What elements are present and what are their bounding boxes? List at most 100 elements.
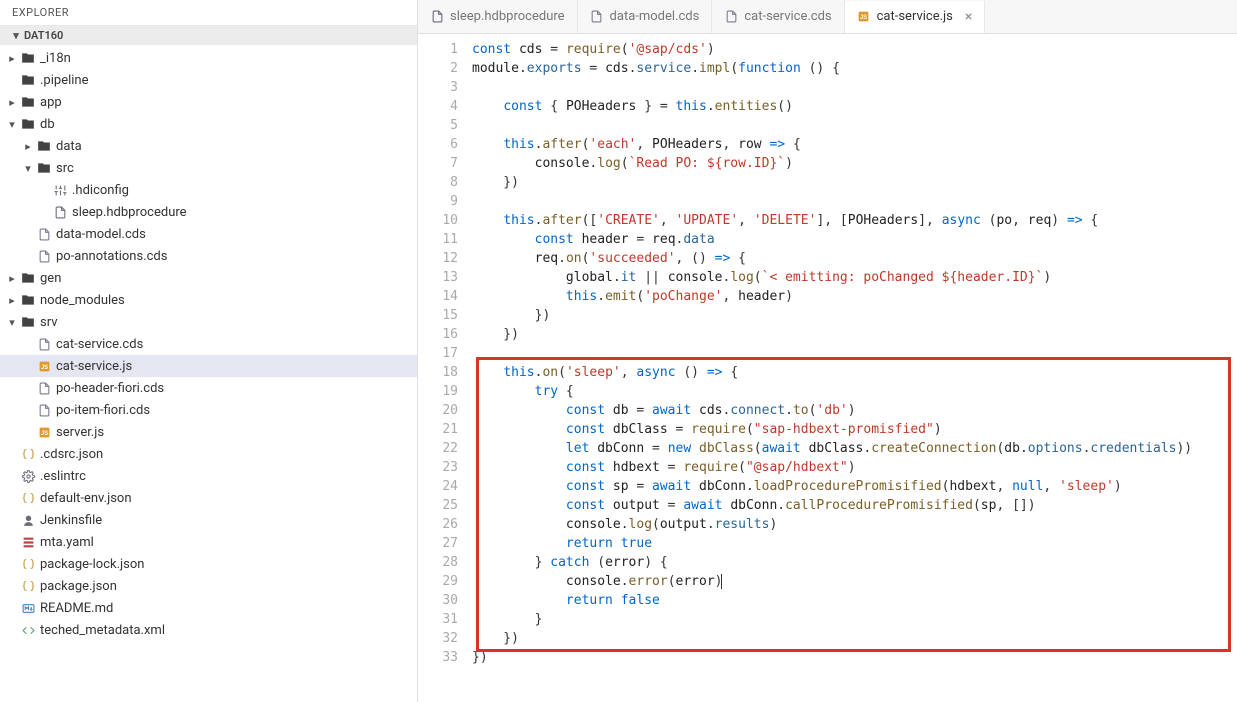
code-line[interactable]: })	[472, 648, 1229, 667]
tree-node[interactable]: Jenkinsfile	[0, 509, 417, 531]
tree-node-label: README.md	[40, 601, 113, 616]
code-line[interactable]	[472, 192, 1229, 211]
code-editor[interactable]: 1234567891011121314151617181920212223242…	[418, 34, 1237, 702]
code-line[interactable]: const sp = await dbConn.loadProcedurePro…	[472, 477, 1229, 496]
code-line[interactable]: const header = req.data	[472, 230, 1229, 249]
code-line[interactable]: console.error(error)	[472, 572, 1229, 591]
tree-node[interactable]: .cdsrc.json	[0, 443, 417, 465]
code-line[interactable]: }	[472, 610, 1229, 629]
tree-node[interactable]: ▸app	[0, 91, 417, 113]
line-number: 23	[418, 458, 458, 477]
tree-node[interactable]: ▾db	[0, 113, 417, 135]
tree-node[interactable]: .pipeline	[0, 69, 417, 91]
tree-node[interactable]: default-env.json	[0, 487, 417, 509]
code-line[interactable]: this.on('sleep', async () => {	[472, 363, 1229, 382]
code-line[interactable]	[472, 344, 1229, 363]
tree-node-label: .cdsrc.json	[40, 447, 103, 462]
tree-node[interactable]: po-annotations.cds	[0, 245, 417, 267]
editor-tab[interactable]: data-model.cds	[578, 0, 713, 33]
code-line[interactable]	[472, 116, 1229, 135]
workspace-section-header[interactable]: ▾ DAT160	[0, 26, 417, 45]
tree-node[interactable]: data-model.cds	[0, 223, 417, 245]
file-icon	[590, 10, 604, 23]
line-number: 27	[418, 534, 458, 553]
code-line[interactable]: try {	[472, 382, 1229, 401]
tree-node[interactable]: .eslintrc	[0, 465, 417, 487]
tree-node[interactable]: po-header-fiori.cds	[0, 377, 417, 399]
tree-node-label: data-model.cds	[56, 227, 146, 242]
code-line[interactable]: return true	[472, 534, 1229, 553]
editor-tab[interactable]: JScat-service.js×	[845, 1, 986, 34]
code-area[interactable]: const cds = require('@sap/cds')module.ex…	[472, 40, 1237, 702]
editor-tab[interactable]: cat-service.cds	[712, 0, 844, 33]
tree-node[interactable]: ▸gen	[0, 267, 417, 289]
code-line[interactable]: })	[472, 306, 1229, 325]
folder-icon	[20, 271, 36, 285]
chevron-down-icon: ▾	[4, 316, 20, 329]
tree-node-label: srv	[40, 315, 58, 330]
code-line[interactable]: })	[472, 325, 1229, 344]
code-line[interactable]: } catch (error) {	[472, 553, 1229, 572]
tree-node[interactable]: mta.yaml	[0, 531, 417, 553]
tree-node[interactable]: JSserver.js	[0, 421, 417, 443]
code-line[interactable]: const cds = require('@sap/cds')	[472, 40, 1229, 59]
tree-node[interactable]: po-item-fiori.cds	[0, 399, 417, 421]
js-icon: JS	[36, 426, 52, 439]
tree-node[interactable]: README.md	[0, 597, 417, 619]
line-number: 5	[418, 116, 458, 135]
code-line[interactable]: })	[472, 173, 1229, 192]
js-icon: JS	[36, 360, 52, 373]
tree-node[interactable]: JScat-service.js	[0, 355, 417, 377]
code-line[interactable]: const output = await dbConn.callProcedur…	[472, 496, 1229, 515]
folder-icon	[20, 51, 36, 65]
code-line[interactable]: this.emit('poChange', header)	[472, 287, 1229, 306]
explorer-sidebar: EXPLORER ▾ DAT160 ▸_i18n.pipeline▸app▾db…	[0, 0, 418, 702]
tree-node[interactable]: cat-service.cds	[0, 333, 417, 355]
tree-node-label: default-env.json	[40, 491, 132, 506]
file-icon	[36, 382, 52, 395]
line-number: 16	[418, 325, 458, 344]
tree-node-label: package-lock.json	[40, 557, 144, 572]
tree-node[interactable]: .hdiconfig	[0, 179, 417, 201]
code-line[interactable]: const dbClass = require("sap-hdbext-prom…	[472, 420, 1229, 439]
xml-icon	[20, 624, 36, 637]
code-line[interactable]: module.exports = cds.service.impl(functi…	[472, 59, 1229, 78]
tree-node[interactable]: package-lock.json	[0, 553, 417, 575]
code-line[interactable]: let dbConn = new dbClass(await dbClass.c…	[472, 439, 1229, 458]
file-icon	[724, 10, 738, 23]
workspace-name: DAT160	[24, 29, 63, 42]
code-line[interactable]: this.after(['CREATE', 'UPDATE', 'DELETE'…	[472, 211, 1229, 230]
code-line[interactable]: console.log(`Read PO: ${row.ID}`)	[472, 154, 1229, 173]
code-line[interactable]: })	[472, 629, 1229, 648]
code-line[interactable]: const db = await cds.connect.to('db')	[472, 401, 1229, 420]
close-icon[interactable]: ×	[965, 9, 972, 25]
json-icon	[20, 580, 36, 593]
editor-tab[interactable]: sleep.hdbprocedure	[418, 0, 578, 33]
chevron-right-icon: ▸	[4, 272, 20, 285]
file-icon	[36, 250, 52, 263]
code-line[interactable]: const { POHeaders } = this.entities()	[472, 97, 1229, 116]
code-line[interactable]: const hdbext = require("@sap/hdbext")	[472, 458, 1229, 477]
tree-node-label: po-item-fiori.cds	[56, 403, 150, 418]
tree-node-label: Jenkinsfile	[40, 513, 102, 528]
yaml-icon	[20, 536, 36, 549]
code-line[interactable]: global.it || console.log(`< emitting: po…	[472, 268, 1229, 287]
file-tree[interactable]: ▸_i18n.pipeline▸app▾db▸data▾src.hdiconfi…	[0, 45, 417, 702]
tree-node[interactable]: package.json	[0, 575, 417, 597]
chevron-right-icon: ▸	[4, 96, 20, 109]
editor-main: sleep.hdbproceduredata-model.cdscat-serv…	[418, 0, 1237, 702]
tree-node[interactable]: ▸_i18n	[0, 47, 417, 69]
tree-node[interactable]: sleep.hdbprocedure	[0, 201, 417, 223]
code-line[interactable]: this.after('each', POHeaders, row => {	[472, 135, 1229, 154]
tree-node[interactable]: ▸node_modules	[0, 289, 417, 311]
tree-node[interactable]: teched_metadata.xml	[0, 619, 417, 641]
code-line[interactable]: console.log(output.results)	[472, 515, 1229, 534]
code-line[interactable]: return false	[472, 591, 1229, 610]
tree-node[interactable]: ▾src	[0, 157, 417, 179]
line-number: 11	[418, 230, 458, 249]
explorer-title: EXPLORER	[0, 0, 417, 26]
tree-node[interactable]: ▸data	[0, 135, 417, 157]
code-line[interactable]: req.on('succeeded', () => {	[472, 249, 1229, 268]
tree-node[interactable]: ▾ srv	[0, 311, 417, 333]
code-line[interactable]	[472, 78, 1229, 97]
